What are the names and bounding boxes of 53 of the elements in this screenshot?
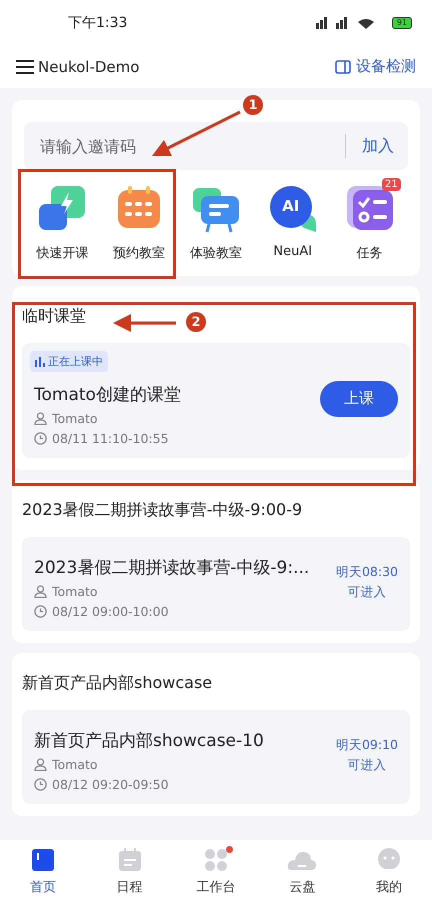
- lesson-card[interactable]: 2023暑假二期拼读故事营-中级-9:... Tomato 08/12 09:00-10:00 明天08:30 可进入: [22, 537, 410, 631]
- device-check-link[interactable]: 设备检测: [335, 57, 416, 76]
- start-class-button[interactable]: 上课: [320, 380, 398, 416]
- lesson-name: Tomato创建的课堂: [34, 384, 182, 406]
- home-icon: [31, 848, 56, 872]
- live-status-tag: 正在上课中: [30, 351, 108, 372]
- lesson-name: 新首页产品内部showcase-10: [34, 730, 265, 752]
- nav-tab[interactable]: 云盘: [267, 848, 338, 917]
- person-icon: [34, 585, 47, 598]
- nav-tab[interactable]: 日程: [94, 848, 165, 917]
- shortcut-item[interactable]: 21 任务: [332, 176, 407, 262]
- section-title: 临时课堂: [22, 306, 86, 327]
- entry-time-note: 可进入: [347, 584, 386, 600]
- clock-icon: [34, 605, 47, 618]
- nav-tab[interactable]: 工作台: [180, 848, 251, 917]
- lesson-card[interactable]: 正在上课中 Tomato创建的课堂 Tomato 08/11 11:10-10:55 上课: [22, 343, 410, 458]
- shortcut-item[interactable]: 体验教室: [178, 176, 253, 262]
- shortcut-item[interactable]: 预约教室: [102, 176, 176, 262]
- lesson-name: 2023暑假二期拼读故事营-中级-9:...: [34, 557, 310, 579]
- shortcut-item[interactable]: AI NeuAI: [256, 176, 330, 262]
- calendar-icon: [118, 848, 142, 872]
- menu-icon[interactable]: [16, 60, 34, 74]
- invite-code-field[interactable]: 请输入邀请码 加入: [24, 122, 408, 170]
- nav-tab[interactable]: 我的: [354, 848, 424, 917]
- lesson-time: 08/12 09:00-10:00: [52, 604, 169, 619]
- lesson-time: 08/12 09:20-09:50: [52, 777, 169, 792]
- nav-tab[interactable]: 首页: [8, 848, 78, 917]
- device-icon: [335, 60, 351, 74]
- join-button[interactable]: 加入: [362, 136, 394, 156]
- section-title: 新首页产品内部showcase: [22, 673, 212, 694]
- grid-icon: [204, 848, 228, 872]
- status-time: 下午1:33: [68, 14, 128, 32]
- entry-time-note: 明天08:30: [336, 564, 398, 580]
- teacher-name: Tomato: [52, 411, 98, 426]
- person-icon: [34, 758, 47, 771]
- entry-time-note: 可进入: [347, 756, 386, 774]
- shortcut-item[interactable]: 快速开课: [25, 176, 100, 262]
- lesson-card[interactable]: 新首页产品内部showcase-10 Tomato 08/12 09:20-09:50 明天09:10 可进入: [22, 710, 410, 804]
- app-title: Neukol-Demo: [38, 58, 140, 76]
- avatar-icon: [376, 848, 401, 872]
- entry-time-note: 明天09:10: [336, 736, 398, 754]
- bar-chart-icon: [35, 356, 45, 366]
- section-title: 2023暑假二期拼读故事营-中级-9:00-9: [22, 500, 302, 521]
- teacher-name: Tomato: [52, 584, 98, 599]
- teacher-name: Tomato: [52, 757, 98, 772]
- count-badge: 21: [382, 178, 401, 191]
- annotation-arrow: [113, 314, 176, 332]
- clock-icon: [34, 778, 47, 791]
- battery-level: 91: [392, 16, 412, 28]
- lesson-time: 08/11 11:10-10:55: [52, 431, 169, 446]
- annotation-number: 1: [243, 95, 263, 115]
- clock-icon: [34, 432, 47, 445]
- person-icon: [34, 412, 47, 425]
